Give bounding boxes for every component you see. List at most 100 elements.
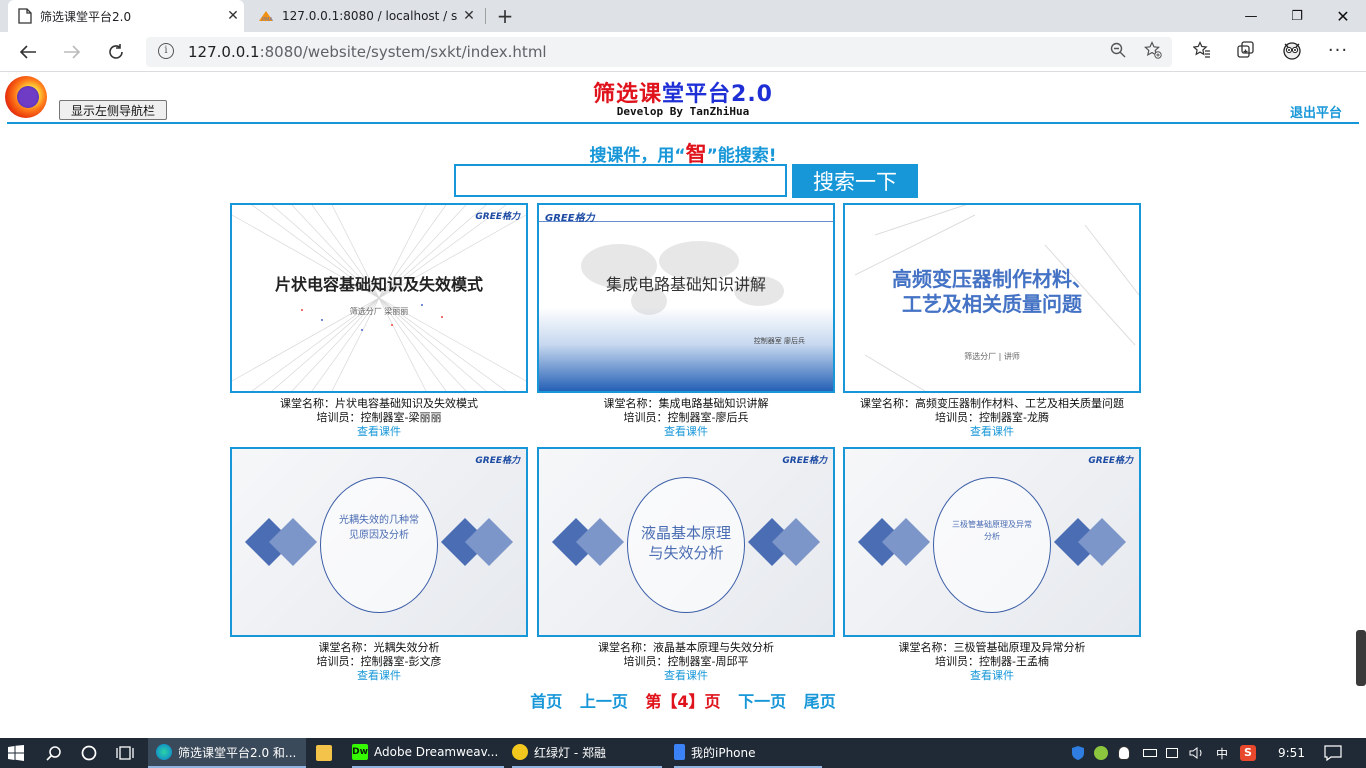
start-button[interactable] bbox=[8, 738, 24, 768]
view-course-link[interactable]: 查看课件 bbox=[843, 425, 1141, 439]
next-page-link[interactable]: 下一页 bbox=[738, 692, 786, 711]
close-window-button[interactable]: ✕ bbox=[1320, 0, 1366, 32]
pagination: 首页 上一页 第【4】页 下一页 尾页 bbox=[0, 688, 1366, 712]
refresh-button[interactable] bbox=[101, 38, 131, 66]
site-title-blue: 堂平台2.0 bbox=[662, 82, 773, 107]
view-course-link[interactable]: 查看课件 bbox=[843, 669, 1141, 683]
phone-icon bbox=[674, 744, 685, 760]
restore-button[interactable]: ❐ bbox=[1274, 0, 1320, 32]
search-taskbar-button[interactable] bbox=[46, 738, 62, 768]
course-meta: 课堂名称：液晶基本原理与失效分析 培训员：控制器室-周邱平 查看课件 bbox=[537, 641, 835, 683]
more-menu-button[interactable]: ··· bbox=[1324, 38, 1352, 62]
view-course-link[interactable]: 查看课件 bbox=[230, 669, 528, 683]
slide-caption: 控制器室 廖后兵 bbox=[753, 337, 805, 345]
view-course-link[interactable]: 查看课件 bbox=[537, 669, 835, 683]
favorites-button[interactable] bbox=[1188, 38, 1216, 62]
browser-tab-bar: 筛选课堂平台2.0 ✕ PMA 127.0.0.1:8080 / localho… bbox=[0, 0, 1366, 32]
ellipse-frame bbox=[320, 477, 438, 613]
cortana-button[interactable] bbox=[81, 738, 97, 768]
back-button[interactable] bbox=[13, 38, 43, 66]
gree-logo: GREE格力 bbox=[475, 212, 520, 222]
search-icon bbox=[46, 746, 61, 761]
slogan-part: ”能搜索! bbox=[706, 146, 777, 166]
site-info-icon[interactable]: i bbox=[158, 43, 174, 59]
course-name: 课堂名称：高频变压器制作材料、工艺及相关质量问题 bbox=[860, 397, 1124, 410]
notification-icon[interactable] bbox=[1324, 738, 1342, 768]
scrollbar-thumb[interactable] bbox=[1356, 630, 1366, 686]
zoom-icon[interactable] bbox=[1110, 42, 1126, 62]
add-favorite-icon[interactable] bbox=[1144, 41, 1162, 64]
taskbar-item-iphone[interactable]: 我的iPhone bbox=[674, 738, 822, 768]
taskbar-item-dreamweaver[interactable]: Dw Adobe Dreamweav... bbox=[352, 738, 504, 768]
svg-text:PMA: PMA bbox=[262, 17, 273, 23]
course-meta: 课堂名称：集成电路基础知识讲解 培训员：控制器室-廖后兵 查看课件 bbox=[537, 397, 835, 439]
page-icon bbox=[18, 8, 32, 24]
gree-logo: GREE格力 bbox=[475, 456, 520, 466]
course-thumbnail[interactable]: 高频变压器制作材料、工艺及相关质量问题 筛选分厂 | 讲师 bbox=[843, 203, 1141, 393]
address-field[interactable]: i 127.0.0.1:8080/website/system/sxkt/ind… bbox=[146, 37, 1172, 67]
course-thumbnail[interactable]: GREE格力 光耦失效的几种常见原因及分析 bbox=[230, 447, 528, 637]
mesh-decoration bbox=[232, 205, 526, 391]
course-name: 课堂名称：三极管基础原理及异常分析 bbox=[898, 641, 1086, 654]
clock[interactable]: 9:51 bbox=[1278, 738, 1305, 768]
ellipsis-icon: ··· bbox=[1327, 39, 1349, 61]
sogou-tray-icon[interactable]: S bbox=[1240, 738, 1256, 768]
tab-active[interactable]: 筛选课堂平台2.0 ✕ bbox=[8, 0, 244, 32]
phpmyadmin-icon: PMA bbox=[259, 11, 273, 23]
arrow-left-icon bbox=[19, 45, 36, 59]
tab-inactive[interactable]: PMA 127.0.0.1:8080 / localhost / sxkt / … bbox=[248, 0, 480, 32]
site-title-red: 筛选课 bbox=[593, 82, 663, 107]
logout-link[interactable]: 退出平台 bbox=[1290, 102, 1342, 121]
search-input[interactable] bbox=[454, 164, 787, 197]
first-page-link[interactable]: 首页 bbox=[530, 692, 562, 711]
search-button[interactable]: 搜索一下 bbox=[792, 164, 918, 198]
favorites-star-icon bbox=[1193, 41, 1210, 58]
view-course-link[interactable]: 查看课件 bbox=[537, 425, 835, 439]
security-tray-icon[interactable] bbox=[1070, 738, 1086, 768]
new-tab-button[interactable]: + bbox=[494, 4, 516, 28]
gree-logo: GREE格力 bbox=[1088, 456, 1133, 466]
header-divider bbox=[7, 122, 1359, 124]
course-card: GREE格力 片状电容基础知识及失效模式 筛选分厂 梁丽丽 课堂名称：片状电容基… bbox=[230, 203, 528, 439]
url-text[interactable]: 127.0.0.1:8080/website/system/sxkt/index… bbox=[188, 43, 547, 61]
volume-icon[interactable] bbox=[1189, 738, 1205, 768]
view-course-link[interactable]: 查看课件 bbox=[230, 425, 528, 439]
course-thumbnail[interactable]: GREE格力 片状电容基础知识及失效模式 筛选分厂 梁丽丽 bbox=[230, 203, 528, 393]
network-icon[interactable] bbox=[1166, 738, 1178, 768]
course-thumbnail[interactable]: GREE格力 集成电路基础知识讲解 控制器室 廖后兵 bbox=[537, 203, 835, 393]
battery-icon[interactable] bbox=[1143, 738, 1157, 768]
course-meta: 课堂名称：高频变压器制作材料、工艺及相关质量问题 培训员：控制器室-龙腾 查看课… bbox=[843, 397, 1141, 439]
course-name: 课堂名称：集成电路基础知识讲解 bbox=[603, 397, 769, 410]
forward-button[interactable] bbox=[57, 38, 87, 66]
collections-button[interactable] bbox=[1232, 38, 1260, 62]
profile-button[interactable] bbox=[1278, 38, 1306, 62]
gree-logo: GREE格力 bbox=[545, 213, 595, 224]
course-meta: 课堂名称：三极管基础原理及异常分析 培训员：控制器-王孟楠 查看课件 bbox=[843, 641, 1141, 683]
course-thumbnail[interactable]: GREE格力 三极管基础原理及异常分析 bbox=[843, 447, 1141, 637]
task-view-button[interactable] bbox=[116, 738, 134, 768]
taskbar-item-label: 筛选课堂平台2.0 和... bbox=[178, 745, 297, 760]
taskbar-item-explorer[interactable] bbox=[316, 738, 338, 768]
minimize-button[interactable]: — bbox=[1228, 0, 1274, 32]
slide-title: 高频变压器制作材料、工艺及相关质量问题 bbox=[892, 267, 1092, 316]
qq-tray-icon[interactable] bbox=[1118, 738, 1130, 768]
app-tray-icon[interactable] bbox=[1094, 738, 1108, 768]
last-page-link[interactable]: 尾页 bbox=[804, 692, 836, 711]
course-thumbnail[interactable]: GREE格力 液晶基本原理与失效分析 bbox=[537, 447, 835, 637]
taskbar-item-music[interactable]: 红绿灯 - 郑融 bbox=[512, 738, 662, 768]
edge-icon bbox=[156, 744, 172, 760]
slogan-part: 搜课件，用“ bbox=[589, 146, 686, 166]
address-toolbar: i 127.0.0.1:8080/website/system/sxkt/ind… bbox=[0, 32, 1366, 72]
course-card: GREE格力 液晶基本原理与失效分析 课堂名称：液晶基本原理与失效分析 培训员：… bbox=[537, 447, 835, 683]
taskbar-item-edge[interactable]: 筛选课堂平台2.0 和... bbox=[148, 738, 306, 768]
ime-indicator[interactable]: 中 bbox=[1216, 738, 1228, 768]
url-path: :8080/website/system/sxkt/index.html bbox=[259, 43, 547, 61]
tab-close-icon[interactable]: ✕ bbox=[222, 8, 244, 24]
taskbar-item-label: 我的iPhone bbox=[691, 745, 756, 760]
course-trainer: 培训员：控制器-王孟楠 bbox=[935, 655, 1049, 668]
prev-page-link[interactable]: 上一页 bbox=[580, 692, 628, 711]
tab-close-icon[interactable]: ✕ bbox=[458, 8, 480, 24]
slide-caption: 筛选分厂 梁丽丽 bbox=[349, 307, 409, 316]
slide-title: 光耦失效的几种常见原因及分析 bbox=[339, 515, 419, 541]
slide-caption: 筛选分厂 | 讲师 bbox=[964, 352, 1020, 361]
